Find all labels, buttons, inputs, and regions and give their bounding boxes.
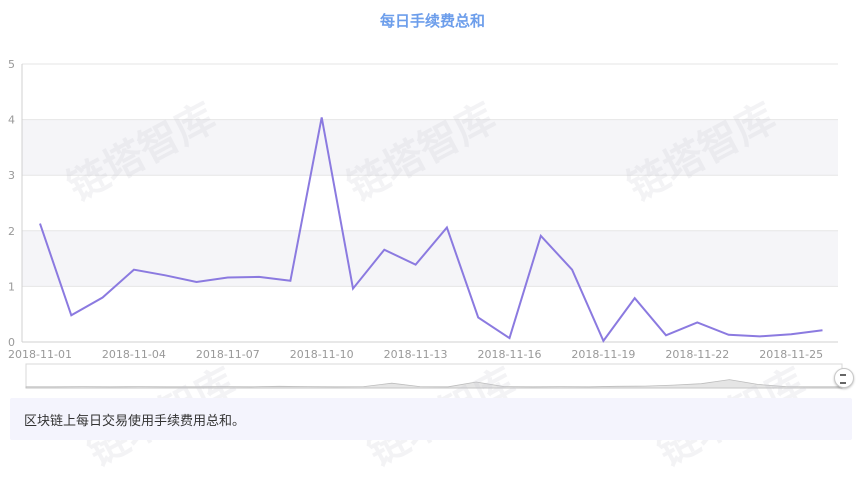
x-tick-label: 2018-11-10: [290, 348, 354, 361]
x-tick-label: 2018-11-07: [196, 348, 260, 361]
x-tick-label: 2018-11-22: [665, 348, 729, 361]
x-axis-ticks: 2018-11-01 2018-11-04 2018-11-07 2018-11-10…: [8, 348, 823, 361]
description-text: 区块链上每日交易使用手续费用总和。: [24, 410, 245, 429]
y-axis-ticks: 012345: [8, 58, 15, 349]
zoom-handle[interactable]: [834, 368, 854, 388]
grid-band: [22, 120, 838, 176]
x-tick-label: 2018-11-16: [478, 348, 542, 361]
grid-band: [22, 286, 838, 342]
grid-band: [22, 175, 838, 231]
x-tick-label: 2018-11-01: [8, 348, 72, 361]
description-box: 区块链上每日交易使用手续费用总和。: [10, 398, 852, 440]
y-tick-label: 5: [8, 58, 15, 71]
y-tick-label: 2: [8, 225, 15, 238]
grid-bands: [22, 64, 838, 342]
x-tick-label: 2018-11-19: [571, 348, 635, 361]
y-tick-label: 1: [8, 280, 15, 293]
grid-band: [22, 64, 838, 120]
line-chart: 012345 2018-11-012018-11-042018-11-07201…: [0, 0, 865, 461]
grid-band: [22, 231, 838, 287]
y-tick-label: 4: [8, 114, 15, 127]
x-tick-label: 2018-11-04: [102, 348, 166, 361]
y-tick-label: 3: [8, 169, 15, 182]
x-tick-label: 2018-11-25: [759, 348, 823, 361]
x-tick-label: 2018-11-13: [384, 348, 448, 361]
